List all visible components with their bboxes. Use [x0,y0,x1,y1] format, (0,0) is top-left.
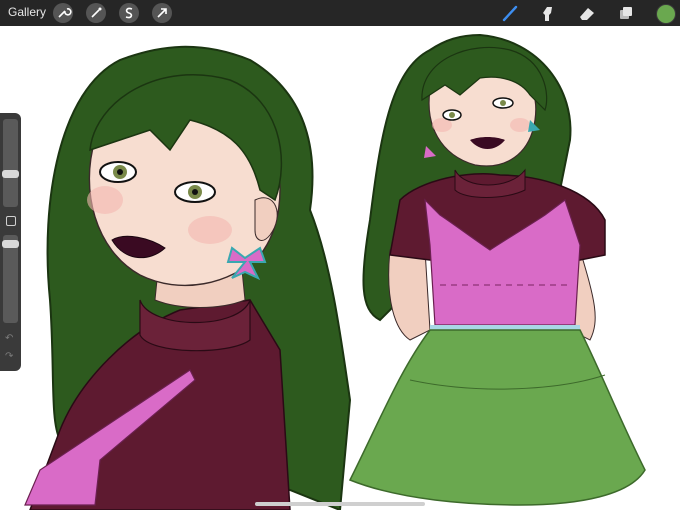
brush-size-handle[interactable] [2,170,19,178]
transform-arrow-icon[interactable] [152,3,172,23]
modify-button[interactable] [6,216,16,226]
opacity-handle[interactable] [2,240,19,248]
top-toolbar: Gallery [0,0,680,26]
opacity-slider[interactable] [3,235,18,323]
redo-icon[interactable]: ↷ [5,351,13,362]
selection-s-icon[interactable] [119,3,139,23]
color-picker-swatch[interactable] [656,4,676,24]
undo-icon[interactable]: ↶ [5,333,13,344]
brush-size-slider[interactable] [3,119,18,207]
home-indicator [255,502,425,506]
gallery-button[interactable]: Gallery [8,5,46,19]
eraser-icon[interactable] [577,3,597,23]
wrench-icon[interactable] [53,3,73,23]
brush-icon[interactable] [500,3,520,23]
brush-sidebar: ↶ ↷ [0,113,21,371]
artwork [24,33,646,512]
smudge-icon[interactable] [538,3,558,23]
layers-icon[interactable] [616,3,636,23]
drawing-canvas[interactable] [0,26,680,512]
right-green-skirt [348,329,646,506]
magic-wand-icon[interactable] [86,3,106,23]
